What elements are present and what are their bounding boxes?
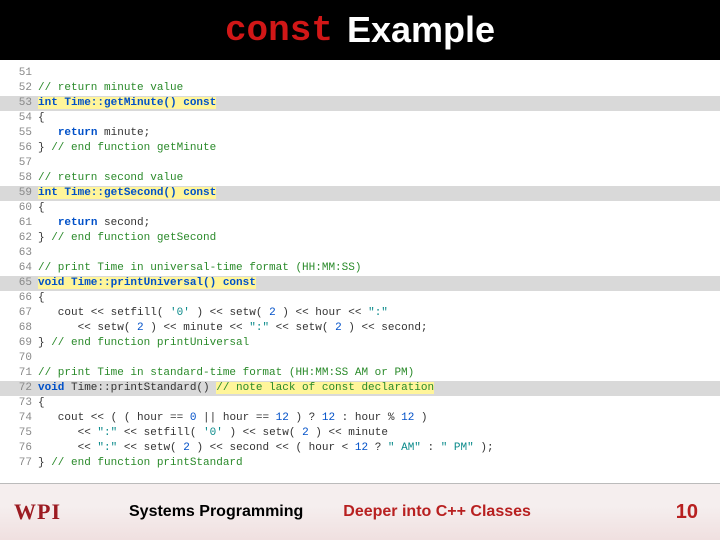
code-text: { bbox=[38, 201, 720, 216]
code-text: } // end function getMinute bbox=[38, 141, 720, 156]
code-line: 72void Time::printStandard() // note lac… bbox=[0, 381, 720, 396]
code-line: 66{ bbox=[0, 291, 720, 306]
code-text: void Time::printUniversal() const bbox=[38, 276, 720, 291]
code-line: 70 bbox=[0, 351, 720, 366]
line-number: 68 bbox=[0, 321, 38, 336]
line-number: 70 bbox=[0, 351, 38, 366]
line-number: 51 bbox=[0, 66, 38, 81]
code-line: 58// return second value bbox=[0, 171, 720, 186]
code-line: 65void Time::printUniversal() const bbox=[0, 276, 720, 291]
line-number: 64 bbox=[0, 261, 38, 276]
code-text: return minute; bbox=[38, 126, 720, 141]
code-text bbox=[38, 156, 720, 171]
code-text: { bbox=[38, 111, 720, 126]
line-number: 75 bbox=[0, 426, 38, 441]
footer-center: Systems Programming Deeper into C++ Clas… bbox=[99, 503, 676, 521]
code-text bbox=[38, 66, 720, 81]
page-number: 10 bbox=[676, 501, 720, 524]
code-text bbox=[38, 351, 720, 366]
line-number: 69 bbox=[0, 336, 38, 351]
code-line: 54{ bbox=[0, 111, 720, 126]
line-number: 77 bbox=[0, 456, 38, 471]
code-line: 52// return minute value bbox=[0, 81, 720, 96]
code-line: 55 return minute; bbox=[0, 126, 720, 141]
code-text: void Time::printStandard() // note lack … bbox=[38, 381, 720, 396]
code-line: 67 cout << setfill( '0' ) << setw( 2 ) <… bbox=[0, 306, 720, 321]
code-line: 53int Time::getMinute() const bbox=[0, 96, 720, 111]
footer-course: Systems Programming bbox=[129, 503, 303, 521]
code-text: { bbox=[38, 396, 720, 411]
code-text: << setw( 2 ) << minute << ":" << setw( 2… bbox=[38, 321, 720, 336]
code-text: << ":" << setw( 2 ) << second << ( hour … bbox=[38, 441, 720, 456]
line-number: 59 bbox=[0, 186, 38, 201]
code-line: 75 << ":" << setfill( '0' ) << setw( 2 )… bbox=[0, 426, 720, 441]
code-text: // return second value bbox=[38, 171, 720, 186]
wpi-logo: WPI bbox=[0, 499, 99, 525]
code-line: 51 bbox=[0, 66, 720, 81]
code-line: 60{ bbox=[0, 201, 720, 216]
code-line: 68 << setw( 2 ) << minute << ":" << setw… bbox=[0, 321, 720, 336]
title-text: Example bbox=[347, 9, 495, 51]
code-text: } // end function printUniversal bbox=[38, 336, 720, 351]
code-text: int Time::getSecond() const bbox=[38, 186, 720, 201]
slide-title: const Example bbox=[0, 0, 720, 60]
code-listing: 51 52// return minute value53int Time::g… bbox=[0, 60, 720, 484]
code-text: cout << ( ( hour == 0 || hour == 12 ) ? … bbox=[38, 411, 720, 426]
line-number: 73 bbox=[0, 396, 38, 411]
code-line: 62} // end function getSecond bbox=[0, 231, 720, 246]
code-line: 73{ bbox=[0, 396, 720, 411]
line-number: 57 bbox=[0, 156, 38, 171]
line-number: 63 bbox=[0, 246, 38, 261]
code-text bbox=[38, 246, 720, 261]
code-line: 57 bbox=[0, 156, 720, 171]
code-text: return second; bbox=[38, 216, 720, 231]
code-line: 74 cout << ( ( hour == 0 || hour == 12 )… bbox=[0, 411, 720, 426]
line-number: 67 bbox=[0, 306, 38, 321]
code-text: // print Time in universal-time format (… bbox=[38, 261, 720, 276]
code-line: 63 bbox=[0, 246, 720, 261]
line-number: 61 bbox=[0, 216, 38, 231]
line-number: 71 bbox=[0, 366, 38, 381]
code-text: << ":" << setfill( '0' ) << setw( 2 ) <<… bbox=[38, 426, 720, 441]
line-number: 55 bbox=[0, 126, 38, 141]
code-line: 77} // end function printStandard bbox=[0, 456, 720, 471]
code-line: 59int Time::getSecond() const bbox=[0, 186, 720, 201]
line-number: 66 bbox=[0, 291, 38, 306]
code-text: int Time::getMinute() const bbox=[38, 96, 720, 111]
code-text: cout << setfill( '0' ) << setw( 2 ) << h… bbox=[38, 306, 720, 321]
line-number: 53 bbox=[0, 96, 38, 111]
line-number: 62 bbox=[0, 231, 38, 246]
line-number: 65 bbox=[0, 276, 38, 291]
line-number: 58 bbox=[0, 171, 38, 186]
line-number: 52 bbox=[0, 81, 38, 96]
code-line: 56} // end function getMinute bbox=[0, 141, 720, 156]
code-text: } // end function getSecond bbox=[38, 231, 720, 246]
code-text: { bbox=[38, 291, 720, 306]
footer-topic: Deeper into C++ Classes bbox=[343, 503, 531, 521]
line-number: 74 bbox=[0, 411, 38, 426]
code-line: 76 << ":" << setw( 2 ) << second << ( ho… bbox=[0, 441, 720, 456]
code-text: // return minute value bbox=[38, 81, 720, 96]
code-text: // print Time in standard-time format (H… bbox=[38, 366, 720, 381]
line-number: 54 bbox=[0, 111, 38, 126]
code-line: 61 return second; bbox=[0, 216, 720, 231]
code-line: 71// print Time in standard-time format … bbox=[0, 366, 720, 381]
slide-footer: WPI Systems Programming Deeper into C++ … bbox=[0, 483, 720, 540]
code-line: 64// print Time in universal-time format… bbox=[0, 261, 720, 276]
title-keyword: const bbox=[225, 10, 333, 51]
line-number: 56 bbox=[0, 141, 38, 156]
code-text: } // end function printStandard bbox=[38, 456, 720, 471]
line-number: 72 bbox=[0, 381, 38, 396]
line-number: 60 bbox=[0, 201, 38, 216]
code-line: 69} // end function printUniversal bbox=[0, 336, 720, 351]
line-number: 76 bbox=[0, 441, 38, 456]
